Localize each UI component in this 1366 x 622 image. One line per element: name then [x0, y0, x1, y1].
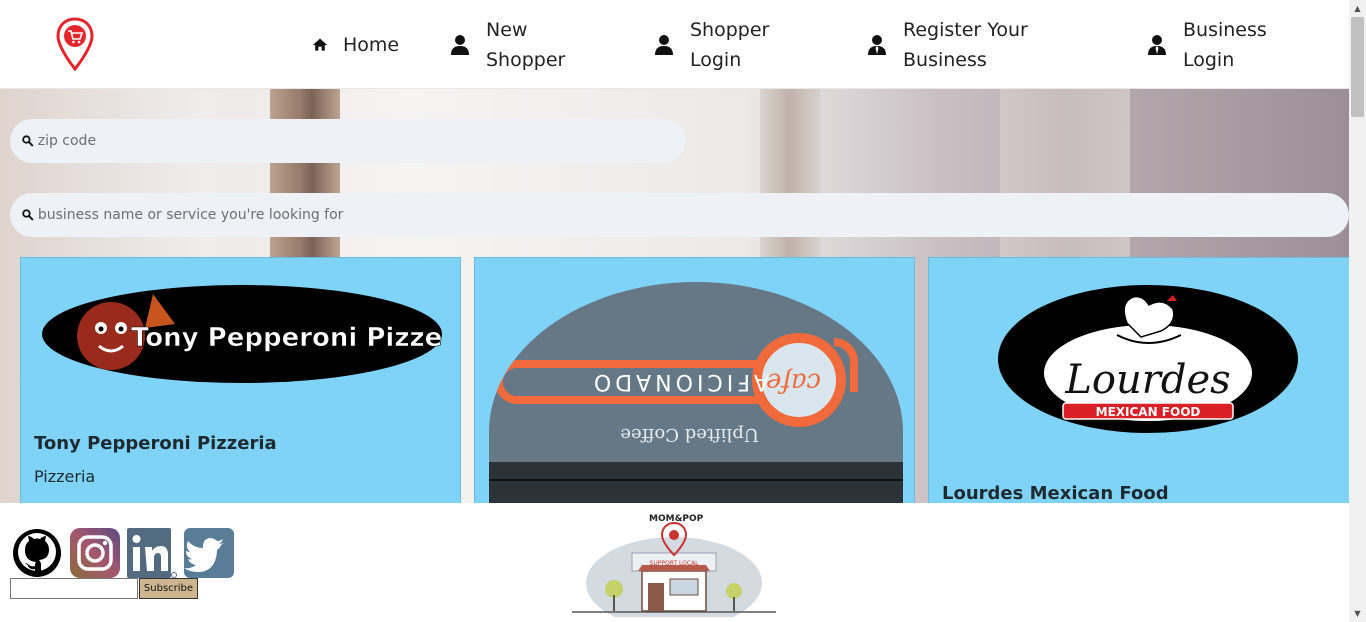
- nav-shopper-login-label: Shopper Login: [690, 19, 770, 71]
- logo-subtext: Uplifted Coffee: [620, 424, 759, 445]
- business-logo: Tony Pepperoni Pizzeria: [42, 285, 443, 383]
- logo-subtext: MEXICAN FOOD: [1096, 405, 1201, 419]
- business-name[interactable]: Lourdes Mexican Food: [942, 483, 1169, 503]
- business-name[interactable]: Tony Pepperoni Pizzeria: [34, 433, 277, 454]
- nav-register-business[interactable]: Register Your Business: [867, 15, 1028, 75]
- scrollbar-thumb[interactable]: [1351, 17, 1364, 117]
- user-tie-icon: [868, 35, 886, 55]
- business-logo: Lourdes MEXICAN FOOD: [998, 285, 1298, 433]
- vertical-scrollbar[interactable]: ▲ ▼: [1349, 0, 1366, 622]
- nav-new-shopper[interactable]: New Shopper: [450, 15, 565, 75]
- search-icon: [22, 135, 34, 147]
- scroll-down-arrow-icon[interactable]: ▼: [1349, 605, 1366, 622]
- navbar: Home New Shopper Shopper Login Register …: [0, 0, 1349, 89]
- user-icon: [451, 35, 469, 55]
- nav-home-label: Home: [343, 34, 400, 56]
- business-card[interactable]: Tony Pepperoni Pizzeria Tony Pepperoni P…: [20, 257, 461, 503]
- nav-register-business-label: Register Your Business: [903, 19, 1028, 71]
- nav-business-login[interactable]: Business Login: [1147, 15, 1267, 75]
- business-search-input[interactable]: [37, 207, 1349, 223]
- github-icon[interactable]: [12, 528, 62, 578]
- scroll-up-arrow-icon[interactable]: ▲: [1349, 0, 1366, 17]
- nav-business-login-label: Business Login: [1183, 19, 1267, 71]
- business-card[interactable]: cafe AFICIONADO Uplifted Coffee: [474, 257, 915, 503]
- business-search-bar[interactable]: [10, 193, 1349, 237]
- business-logo-text: Tony Pepperoni Pizzeria: [131, 323, 443, 353]
- subscribe-button[interactable]: Subscribe: [139, 578, 198, 599]
- search-icon: [22, 209, 34, 221]
- linkedin-icon[interactable]: [127, 528, 177, 578]
- email-field[interactable]: [10, 578, 138, 599]
- zip-input[interactable]: [37, 133, 685, 149]
- instagram-icon[interactable]: [70, 528, 120, 578]
- brand-logo-icon[interactable]: [56, 17, 94, 71]
- nav-new-shopper-label: New Shopper: [486, 19, 566, 71]
- footer: Subscribe MOM&POP SUPPORT LOCAL: [0, 503, 1349, 622]
- business-logo: cafe AFICIONADO Uplifted Coffee: [489, 282, 903, 503]
- user-tie-icon: [1148, 35, 1166, 55]
- mom-and-pop-logo: MOM&POP SUPPORT LOCAL: [572, 514, 776, 617]
- home-icon: [312, 38, 328, 51]
- logo-main-text: Lourdes: [1064, 357, 1230, 403]
- nav-shopper-login[interactable]: Shopper Login: [654, 15, 769, 75]
- business-category: Pizzeria: [34, 467, 96, 486]
- logo-main-text: AFICIONADO: [590, 369, 769, 394]
- nav-home[interactable]: Home: [312, 30, 399, 60]
- twitter-icon[interactable]: [184, 528, 234, 578]
- zip-search-bar[interactable]: [10, 119, 685, 163]
- business-card[interactable]: Lourdes MEXICAN FOOD Lourdes Mexican Foo…: [928, 257, 1349, 503]
- logo-script-text: cafe: [766, 367, 821, 397]
- user-icon: [655, 35, 673, 55]
